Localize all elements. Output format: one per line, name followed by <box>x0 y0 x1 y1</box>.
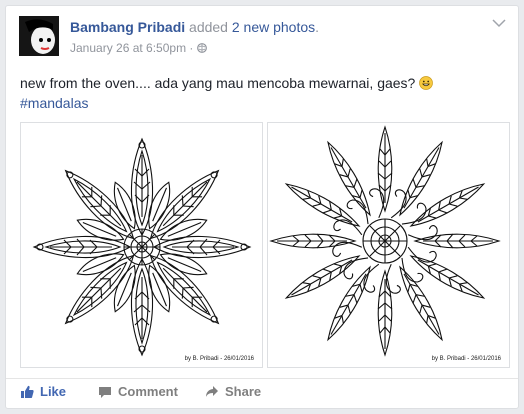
comment-button[interactable]: Comment <box>98 384 178 399</box>
action-bar: Like Comment Share <box>6 378 518 409</box>
comment-label: Comment <box>118 384 178 399</box>
photo-mandala-1[interactable]: by B. Pribadi - 26/01/2016 <box>20 122 263 368</box>
timestamp[interactable]: January 26 at 6:50pm <box>70 41 186 55</box>
share-button[interactable]: Share <box>205 384 261 399</box>
photo-grid: by B. Pribadi - 26/01/2016 by B. Pribadi… <box>20 122 510 370</box>
share-label: Share <box>225 384 262 399</box>
author-name[interactable]: Bambang Pribadi <box>70 19 185 35</box>
action-suffix: . <box>315 19 320 35</box>
separator: · <box>189 41 194 55</box>
post-card: Bambang Pribadi added 2 new photos. Janu… <box>5 5 519 409</box>
mandala-2-drawing <box>270 125 500 356</box>
like-button[interactable]: Like <box>20 384 66 399</box>
like-label: Like <box>40 384 67 399</box>
action-text: added <box>189 19 228 35</box>
chevron-down-icon[interactable] <box>492 18 506 28</box>
comment-icon <box>99 386 111 398</box>
globe-icon <box>196 41 207 55</box>
share-icon <box>206 385 218 397</box>
post-text: new from the oven.... ada yang mau menco… <box>20 73 434 113</box>
avatar[interactable] <box>19 16 59 56</box>
grinning-face-icon <box>419 75 434 90</box>
thumbs-up-icon <box>21 385 34 398</box>
mandala-1-drawing <box>33 137 251 356</box>
photo-credit: by B. Pribadi - 26/01/2016 <box>431 356 501 362</box>
photos-link[interactable]: 2 new photos <box>232 19 315 35</box>
photo-mandala-2[interactable]: by B. Pribadi - 26/01/2016 <box>267 122 510 368</box>
hashtag-link[interactable]: #mandalas <box>20 95 89 111</box>
post-meta: January 26 at 6:50pm · <box>70 41 207 55</box>
photo-credit: by B. Pribadi - 26/01/2016 <box>184 356 254 362</box>
post-body: new from the oven.... ada yang mau menco… <box>20 75 416 91</box>
header-line: Bambang Pribadi added 2 new photos. <box>70 19 319 35</box>
